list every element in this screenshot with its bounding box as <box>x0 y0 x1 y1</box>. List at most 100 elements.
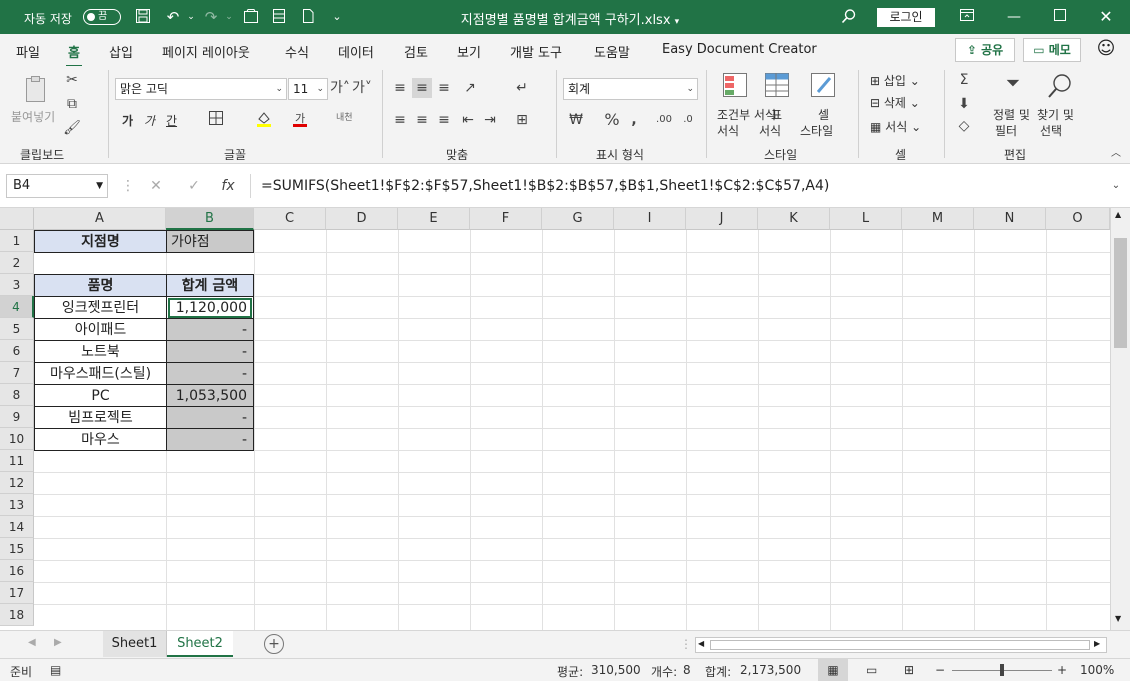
column-header-k[interactable]: K <box>758 208 830 230</box>
undo-icon[interactable]: ↶ <box>164 8 182 26</box>
feedback-smile-icon[interactable]: ☺ <box>1095 38 1117 60</box>
name-box[interactable]: B4 ▼ <box>6 174 108 198</box>
formula-input[interactable]: =SUMIFS(Sheet1!$F$2:$F$57,Sheet1!$B$2:$B… <box>250 174 1126 198</box>
row-header[interactable]: 15 <box>0 538 34 560</box>
worksheet-grid[interactable]: A B C D E F G I J K L M N O 1 2 3 4 5 6 … <box>0 208 1130 630</box>
copy-icon[interactable]: ⧉ <box>62 94 82 114</box>
column-header-l[interactable]: L <box>830 208 902 230</box>
customize-toolbar-icon[interactable]: ⌄ <box>328 8 346 26</box>
align-left-icon[interactable]: ≡ <box>390 110 410 130</box>
format-as-table-label-2[interactable]: 서식 <box>759 122 781 139</box>
redo-dropdown-icon[interactable]: ⌄ <box>220 8 238 26</box>
cell-a6[interactable]: 노트북 <box>34 340 167 363</box>
paste-icon[interactable] <box>22 74 50 104</box>
scroll-right-icon[interactable]: ▶ <box>1094 639 1100 648</box>
format-cells-button[interactable]: ▦ 서식 ⌄ <box>870 118 921 135</box>
decrease-indent-icon[interactable]: ⇤ <box>458 110 478 130</box>
conditional-formatting-label[interactable]: 조건부 서식 <box>717 106 776 123</box>
delete-cells-button[interactable]: ⊟ 삭제 ⌄ <box>870 94 920 111</box>
maximize-icon[interactable] <box>1048 5 1072 29</box>
row-header[interactable]: 8 <box>0 384 34 406</box>
format-painter-icon[interactable]: 🖌 <box>62 118 82 138</box>
enter-icon[interactable]: ✓ <box>184 176 204 196</box>
camera-icon[interactable] <box>242 8 260 26</box>
vertical-scroll-thumb[interactable] <box>1114 238 1127 348</box>
column-header-m[interactable]: M <box>902 208 974 230</box>
tab-formulas[interactable]: 수식 <box>285 42 309 61</box>
scroll-down-icon[interactable]: ▼ <box>1115 614 1121 623</box>
cell-b10[interactable]: - <box>166 428 254 451</box>
horizontal-scrollbar[interactable]: ◀ ▶ <box>695 637 1107 653</box>
autosave-toggle[interactable]: 끔 <box>83 9 121 25</box>
cell-b7[interactable]: - <box>166 362 254 385</box>
cell-a3[interactable]: 품명 <box>34 274 167 297</box>
increase-font-icon[interactable]: 가˄ <box>330 78 350 98</box>
tab-home[interactable]: 홈 <box>66 42 82 68</box>
row-header[interactable]: 13 <box>0 494 34 516</box>
find-select-label-2[interactable]: 선택 <box>1040 122 1062 139</box>
row-header[interactable]: 16 <box>0 560 34 582</box>
underline-button[interactable]: 간 <box>166 112 177 129</box>
format-as-table-icon[interactable] <box>764 72 790 98</box>
scroll-up-icon[interactable]: ▲ <box>1115 210 1121 219</box>
search-icon[interactable] <box>840 8 858 26</box>
phonetic-icon[interactable]: 내천 <box>336 110 353 123</box>
next-sheet-icon[interactable]: ▶ <box>54 637 62 648</box>
row-header[interactable]: 18 <box>0 604 34 626</box>
undo-dropdown-icon[interactable]: ⌄ <box>182 8 200 26</box>
increase-indent-icon[interactable]: ⇥ <box>480 110 500 130</box>
zoom-in-icon[interactable]: + <box>1057 663 1067 677</box>
align-center-icon[interactable]: ≡ <box>412 110 432 130</box>
row-header[interactable]: 14 <box>0 516 34 538</box>
cancel-icon[interactable]: ✕ <box>146 176 166 196</box>
tab-file[interactable]: 파일 <box>16 42 40 61</box>
zoom-slider-thumb[interactable] <box>1000 664 1004 676</box>
cell-b6[interactable]: - <box>166 340 254 363</box>
page-layout-view-icon[interactable]: ▭ <box>866 663 877 677</box>
cell-a10[interactable]: 마우스 <box>34 428 167 451</box>
sheet-tab-sheet1[interactable]: Sheet1 <box>103 631 167 657</box>
tab-page-layout[interactable]: 페이지 레이아웃 <box>162 42 250 61</box>
wrap-text-icon[interactable]: ↵ <box>512 78 532 98</box>
expand-formula-bar-icon[interactable]: ⌄ <box>1106 176 1126 196</box>
row-header[interactable]: 10 <box>0 428 34 450</box>
column-header-d[interactable]: D <box>326 208 398 230</box>
conditional-formatting-icon[interactable] <box>722 72 748 98</box>
format-as-table-label[interactable]: 표 <box>771 106 782 123</box>
column-header-f[interactable]: F <box>470 208 542 230</box>
decrease-font-icon[interactable]: 가˅ <box>352 78 372 98</box>
column-header-e[interactable]: E <box>398 208 470 230</box>
row-header[interactable]: 12 <box>0 472 34 494</box>
tab-easy-document-creator[interactable]: Easy Document Creator <box>662 42 817 57</box>
align-bottom-icon[interactable]: ≡ <box>434 78 454 98</box>
document-title[interactable]: 지점명별 품명별 합계금액 구하기.xlsx ▾ <box>420 9 720 28</box>
column-header-c[interactable]: C <box>254 208 326 230</box>
cell-b9[interactable]: - <box>166 406 254 429</box>
cell-a4[interactable]: 잉크젯프린터 <box>34 296 167 319</box>
tab-view[interactable]: 보기 <box>457 42 481 61</box>
row-header[interactable]: 11 <box>0 450 34 472</box>
tab-review[interactable]: 검토 <box>404 42 428 61</box>
column-header-g[interactable]: G <box>542 208 614 230</box>
cell-b8[interactable]: 1,053,500 <box>166 384 254 407</box>
collapse-ribbon-icon[interactable]: ︿ <box>1106 144 1126 164</box>
column-header-a[interactable]: A <box>34 208 166 230</box>
previous-sheet-icon[interactable]: ◀ <box>28 637 36 648</box>
autosum-icon[interactable]: Σ <box>954 70 974 90</box>
row-header[interactable]: 3 <box>0 274 34 296</box>
paste-label[interactable]: 붙여넣기 <box>11 108 55 125</box>
tab-data[interactable]: 데이터 <box>338 42 374 61</box>
row-header[interactable]: 1 <box>0 230 34 252</box>
tab-insert[interactable]: 삽입 <box>109 42 133 61</box>
cell-styles-label-2[interactable]: 스타일 <box>800 122 833 139</box>
tab-developer[interactable]: 개발 도구 <box>510 42 562 61</box>
font-size-select[interactable]: 11 ⌄ <box>288 78 328 100</box>
cell-b3[interactable]: 합계 금액 <box>166 274 254 297</box>
row-header[interactable]: 17 <box>0 582 34 604</box>
share-button[interactable]: ⇪ 공유 <box>955 38 1015 62</box>
page-break-view-icon[interactable]: ⊞ <box>904 663 914 677</box>
percent-icon[interactable]: % <box>602 110 622 130</box>
cut-icon[interactable]: ✂ <box>62 70 82 90</box>
split-handle-icon[interactable]: ⋮ <box>680 637 692 651</box>
row-header[interactable]: 6 <box>0 340 34 362</box>
